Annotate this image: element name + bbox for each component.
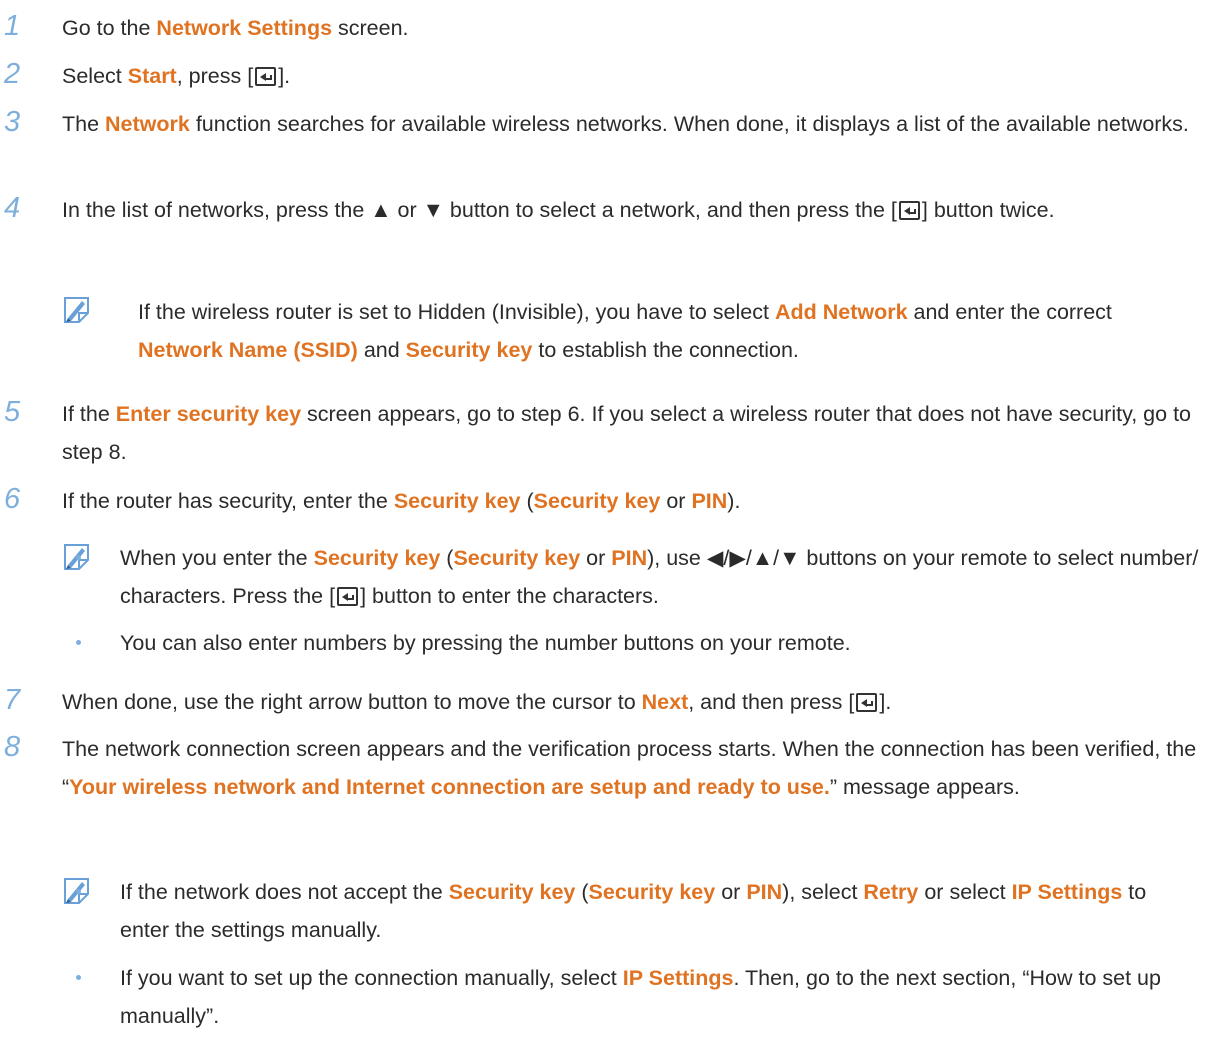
enter-key-icon — [337, 587, 359, 606]
bullet-text: When you enter the Security key (Securit… — [120, 546, 1199, 608]
step-text: When done, use the right arrow button to… — [62, 690, 892, 714]
step-8: 8 The network connection screen appears … — [0, 730, 1200, 806]
note-text: If the wireless router is set to Hidden … — [138, 300, 1112, 362]
bullet-text: You can also enter numbers by pressing t… — [120, 631, 851, 655]
step-number: 4 — [4, 192, 21, 224]
bullet-text: If you want to set up the connection man… — [120, 966, 1161, 1028]
step-number: 7 — [4, 684, 21, 716]
step-6: 6 If the router has security, enter the … — [0, 482, 1200, 520]
step-number: 6 — [4, 483, 21, 515]
enter-key-icon — [255, 67, 277, 86]
step-7: 7 When done, use the right arrow button … — [0, 683, 1200, 721]
step-text: The network connection screen appears an… — [62, 737, 1197, 799]
bullet-dot — [76, 640, 81, 645]
step-text: If the Enter security key screen appears… — [62, 402, 1191, 464]
step-number: 1 — [4, 10, 21, 42]
step-4: 4 In the list of networks, press the ▲ o… — [0, 191, 1200, 229]
step-text: Select Start, press []. — [62, 64, 291, 88]
step-text: Go to the Network Settings screen. — [62, 16, 409, 40]
instruction-page: 1 Go to the Network Settings screen. 2 S… — [0, 0, 1214, 1039]
step-text: The Network function searches for availa… — [62, 112, 1189, 136]
bullet-dot — [76, 975, 81, 980]
step-5: 5 If the Enter security key screen appea… — [0, 395, 1200, 471]
step-number: 2 — [4, 58, 21, 90]
step-number: 8 — [4, 731, 21, 763]
step-1: 1 Go to the Network Settings screen. — [0, 9, 1200, 47]
step-number: 5 — [4, 396, 21, 428]
step-2: 2 Select Start, press []. — [0, 57, 1200, 95]
bullet-dot — [76, 889, 81, 894]
enter-key-icon — [898, 201, 920, 220]
note-step-8-bullet-1: If the network does not accept the Secur… — [76, 873, 1200, 949]
note-step-8-bullet-2: If you want to set up the connection man… — [76, 959, 1200, 1035]
note-step-6-bullet-1: When you enter the Security key (Securit… — [76, 539, 1200, 615]
enter-key-icon — [856, 693, 878, 712]
bullet-dot — [76, 555, 81, 560]
note-step-4: If the wireless router is set to Hidden … — [62, 293, 1200, 369]
step-text: In the list of networks, press the ▲ or … — [62, 198, 1055, 222]
step-number: 3 — [4, 106, 21, 138]
step-3: 3 The Network function searches for avai… — [0, 105, 1200, 143]
note-pencil-icon — [62, 295, 94, 325]
step-text: If the router has security, enter the Se… — [62, 489, 741, 513]
bullet-text: If the network does not accept the Secur… — [120, 880, 1147, 942]
note-step-6-bullet-2: You can also enter numbers by pressing t… — [76, 624, 1200, 662]
